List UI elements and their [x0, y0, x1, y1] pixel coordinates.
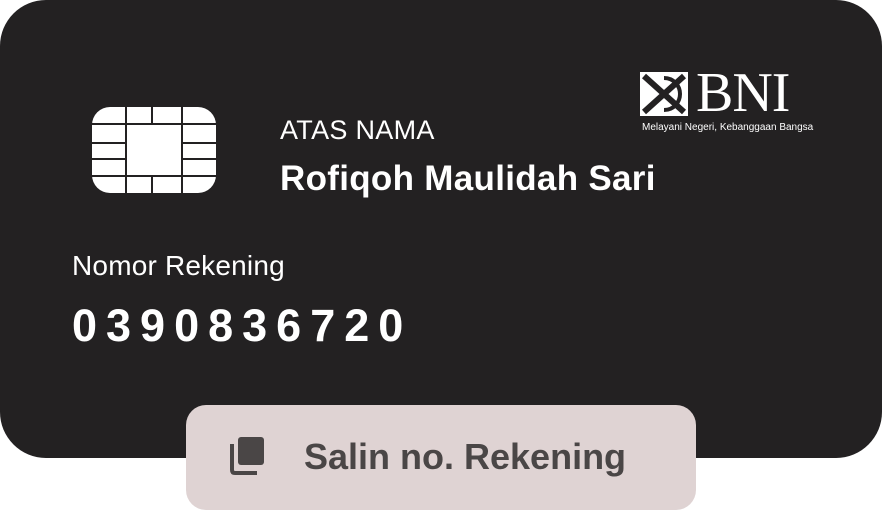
bank-card: BNI Melayani Negeri, Kebanggaan Bangsa A… — [0, 0, 882, 458]
account-number-label: Nomor Rekening — [72, 250, 285, 281]
copy-account-number-button[interactable]: Salin no. Rekening — [186, 405, 696, 510]
bank-tagline: Melayani Negeri, Kebanggaan Bangsa — [642, 122, 814, 133]
copy-button-label: Salin no. Rekening — [304, 436, 627, 477]
bank-name: BNI — [696, 62, 790, 124]
sim-chip-icon — [92, 107, 216, 193]
bni-logo-icon — [640, 72, 688, 116]
copy-icon — [230, 437, 264, 475]
account-number: 0390836720 — [72, 300, 413, 351]
bank-account-widget: BNI Melayani Negeri, Kebanggaan Bangsa A… — [0, 0, 882, 510]
bank-brand: BNI Melayani Negeri, Kebanggaan Bangsa — [640, 62, 814, 138]
owner-label: ATAS NAMA — [280, 115, 435, 145]
owner-name: Rofiqoh Maulidah Sari — [280, 159, 656, 198]
